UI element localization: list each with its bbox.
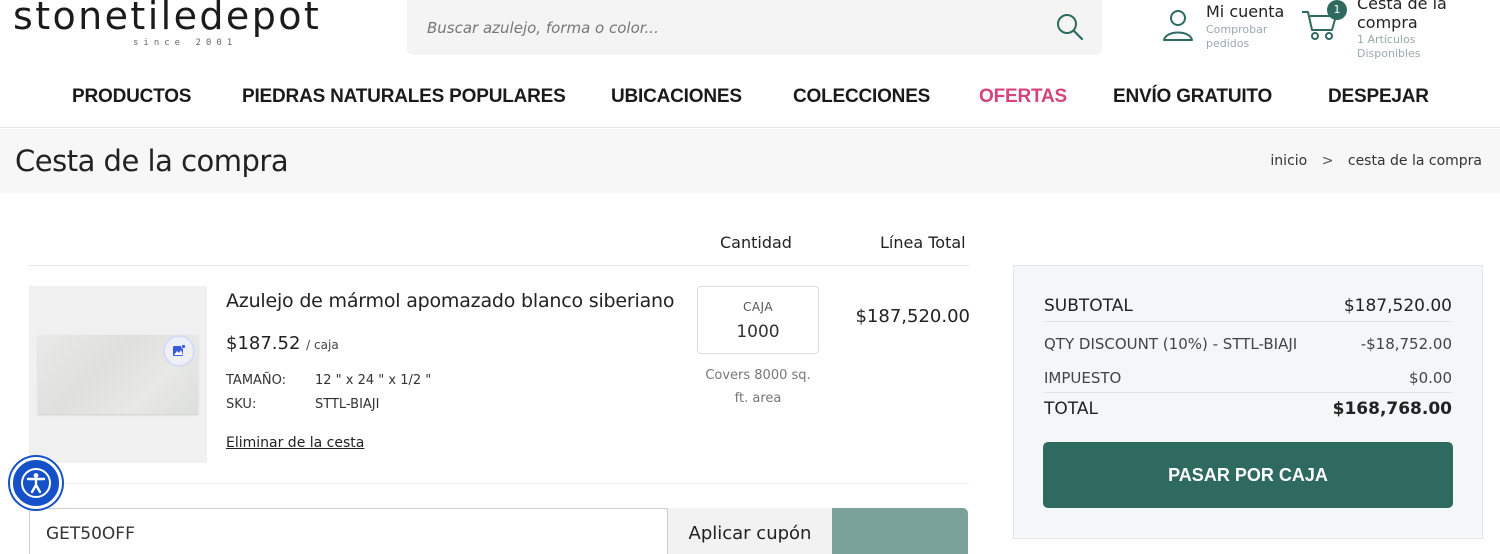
breadcrumb-separator: > bbox=[1321, 153, 1334, 169]
account-subtitle: Comprobar pedidos bbox=[1206, 23, 1268, 50]
search-input[interactable] bbox=[427, 16, 1027, 40]
quantity-input[interactable] bbox=[708, 320, 808, 344]
nav-item-colecciones[interactable]: COLECCIONES bbox=[793, 86, 930, 108]
coverage-line-2: ft. area bbox=[734, 391, 782, 406]
main-nav: PRODUCTOS PIEDRAS NATURALES POPULARES UB… bbox=[0, 70, 1500, 128]
size-label: TAMAÑO: bbox=[226, 373, 287, 388]
summary-tax-row: IMPUESTO $0.00 bbox=[1044, 369, 1452, 393]
cart-count-badge: 1 bbox=[1327, 0, 1347, 20]
coverage-note: Covers 8000 sq. ft. area bbox=[697, 364, 819, 410]
user-icon bbox=[1163, 10, 1193, 41]
column-header-quantity: Cantidad bbox=[720, 233, 792, 252]
nav-item-envio-gratuito[interactable]: ENVÍO GRATUITO bbox=[1113, 86, 1272, 108]
breadcrumb-current: cesta de la compra bbox=[1347, 153, 1482, 169]
total-value: $168,768.00 bbox=[1332, 399, 1452, 419]
product-sku: SKU: STTL-BIAJI bbox=[226, 397, 379, 412]
accessibility-icon bbox=[21, 468, 51, 498]
sku-label: SKU: bbox=[226, 397, 257, 412]
order-summary: SUBTOTAL $187,520.00 QTY DISCOUNT (10%) … bbox=[1013, 265, 1483, 539]
search-bar bbox=[407, 0, 1102, 55]
line-total-value: $187,520.00 bbox=[855, 306, 970, 327]
nav-item-ubicaciones[interactable]: UBICACIONES bbox=[611, 86, 742, 108]
site-logo[interactable]: stonetiledepot since 2001 bbox=[13, 0, 343, 48]
account-title: Mi cuenta bbox=[1206, 2, 1285, 21]
account-link[interactable]: Mi cuenta Comprobar pedidos bbox=[1160, 0, 1300, 60]
sku-value: STTL-BIAJI bbox=[315, 397, 380, 412]
coupon-input[interactable] bbox=[29, 508, 668, 554]
subtotal-label: SUBTOTAL bbox=[1044, 296, 1133, 316]
checkout-button[interactable]: PASAR POR CAJA bbox=[1043, 442, 1453, 508]
remove-from-cart-link[interactable]: Eliminar de la cesta bbox=[226, 435, 364, 451]
product-image[interactable] bbox=[29, 286, 207, 463]
update-cart-button[interactable] bbox=[832, 508, 968, 554]
product-size: TAMAÑO: 12 " x 24 " x 1/2 " bbox=[226, 373, 431, 388]
apply-coupon-button[interactable]: Aplicar cupón bbox=[668, 508, 832, 554]
summary-total-row: TOTAL $168,768.00 bbox=[1044, 399, 1452, 425]
nav-item-piedras-naturales[interactable]: PIEDRAS NATURALES POPULARES bbox=[242, 86, 566, 108]
tax-label: IMPUESTO bbox=[1044, 369, 1122, 387]
product-price-value: $187.52 bbox=[226, 333, 301, 354]
product-price: $187.52 / caja bbox=[226, 333, 339, 354]
table-divider bbox=[29, 483, 969, 484]
quantity-unit: CAJA bbox=[742, 300, 774, 314]
tax-value: $0.00 bbox=[1409, 369, 1452, 387]
image-gallery-icon[interactable] bbox=[163, 335, 195, 367]
logo-wordmark: stonetiledepot bbox=[13, 0, 322, 38]
nav-item-productos[interactable]: PRODUCTOS bbox=[72, 86, 191, 108]
accessibility-button[interactable] bbox=[10, 457, 62, 509]
coverage-line-1: Covers 8000 sq. bbox=[705, 368, 811, 383]
cart-link[interactable]: 1 Cesta de la compra 1 Artículos Disponi… bbox=[1300, 0, 1500, 60]
discount-value: -$18,752.00 bbox=[1360, 335, 1452, 353]
discount-label: QTY DISCOUNT (10%) - STTL-BIAJI bbox=[1044, 335, 1298, 353]
breadcrumb-home[interactable]: inicio bbox=[1270, 153, 1307, 169]
page-title: Cesta de la compra bbox=[15, 144, 289, 178]
size-value: 12 " x 24 " x 1/2 " bbox=[315, 373, 432, 388]
page-title-band: Cesta de la compra inicio > cesta de la … bbox=[0, 129, 1500, 193]
nav-item-despejar[interactable]: DESPEJAR bbox=[1328, 86, 1429, 108]
column-header-line-total: Línea Total bbox=[880, 233, 966, 252]
table-divider bbox=[29, 265, 969, 266]
quantity-box: CAJA bbox=[697, 286, 819, 354]
logo-since: since 2001 bbox=[133, 38, 238, 48]
product-name[interactable]: Azulejo de mármol apomazado blanco siber… bbox=[226, 290, 674, 312]
cart-subtitle: 1 Artículos Disponibles bbox=[1357, 33, 1421, 60]
total-label: TOTAL bbox=[1044, 399, 1098, 419]
summary-subtotal-row: SUBTOTAL $187,520.00 bbox=[1044, 296, 1452, 322]
product-price-unit: / caja bbox=[306, 338, 339, 352]
summary-discount-row: QTY DISCOUNT (10%) - STTL-BIAJI -$18,752… bbox=[1044, 335, 1452, 357]
nav-item-ofertas[interactable]: OFERTAS bbox=[979, 86, 1067, 108]
cart-title: Cesta de la compra bbox=[1357, 0, 1447, 32]
search-icon[interactable] bbox=[1055, 12, 1085, 42]
breadcrumb: inicio > cesta de la compra bbox=[1270, 153, 1482, 169]
subtotal-value: $187,520.00 bbox=[1343, 296, 1452, 316]
